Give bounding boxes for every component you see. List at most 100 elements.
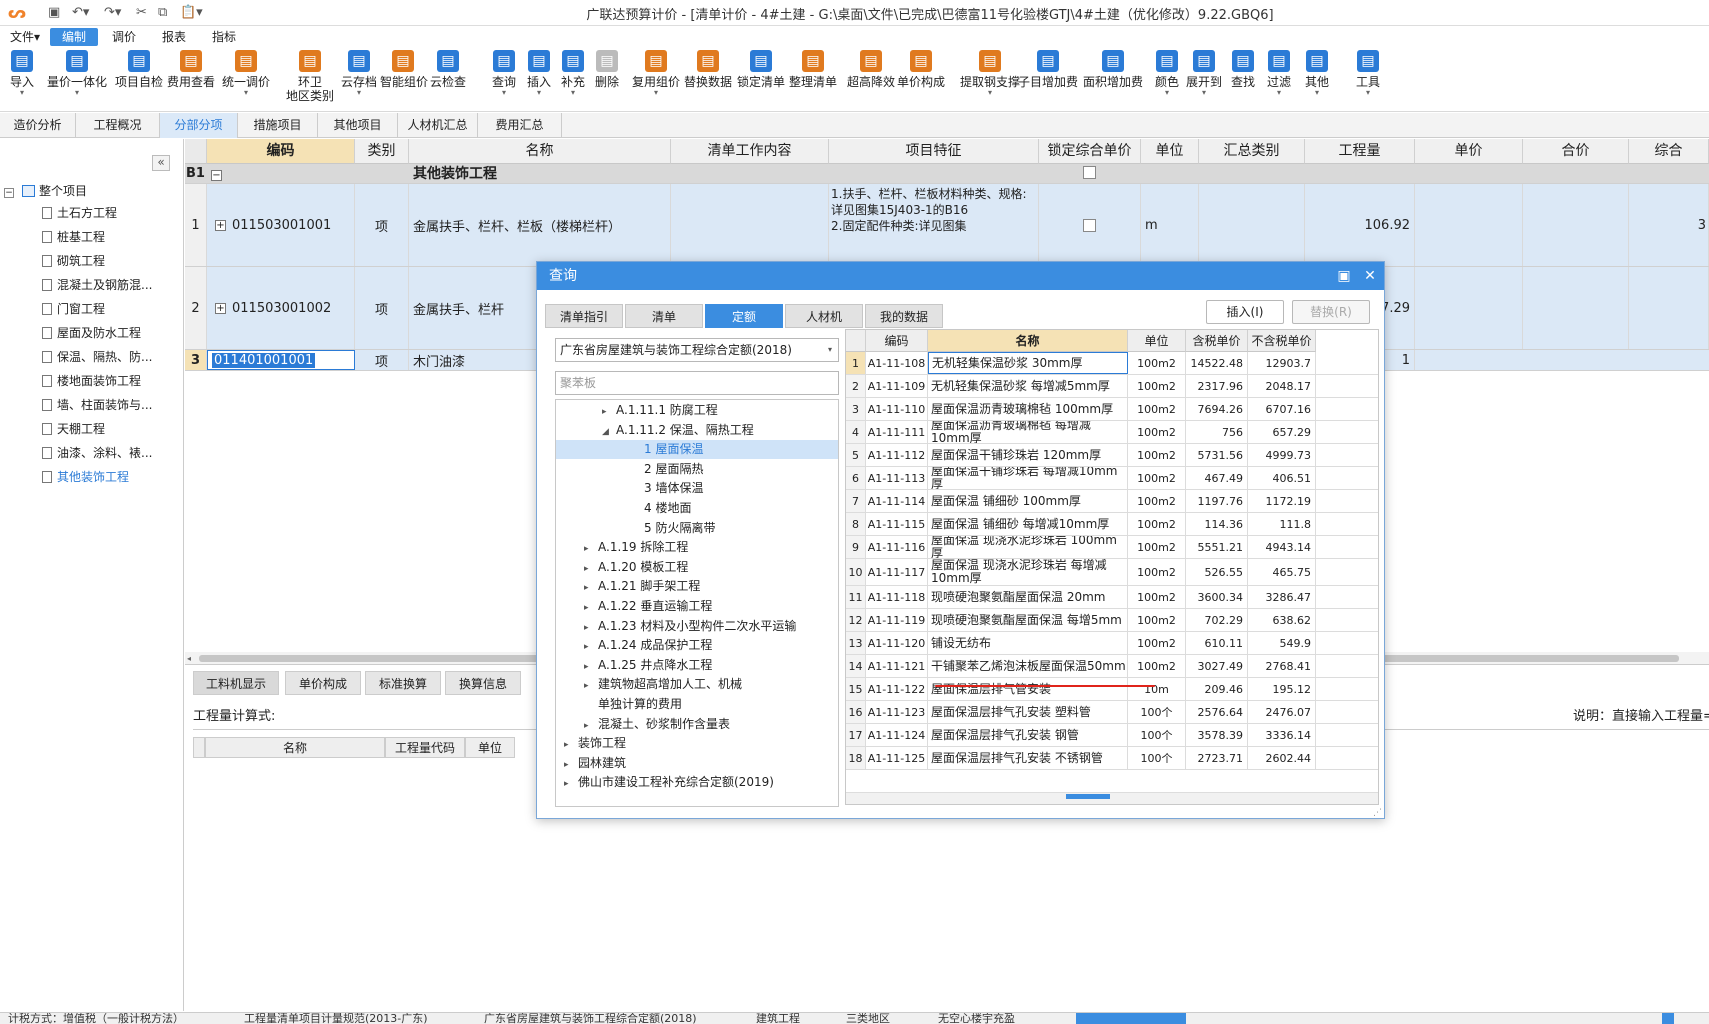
cell-tax[interactable]: 3027.49 [1186,655,1248,677]
tree-node[interactable]: ▸ 佛山市建设工程补充综合定额(2019) [556,773,838,794]
tab-measures[interactable]: 措施项目 [238,113,318,138]
expand-arrow-icon[interactable]: ▸ [564,736,578,755]
cell-code[interactable]: A1-11-125 [866,747,928,769]
tree-node[interactable]: 2 屋面隔热 [556,460,838,479]
cell-code[interactable]: A1-11-116 [866,536,928,558]
table-row[interactable]: 7 A1-11-114 屋面保温 铺细砂 100mm厚 100m2 1197.76 117… [846,490,1378,513]
col-composite[interactable]: 综合 [1629,139,1709,164]
table-row[interactable]: 8 A1-11-115 屋面保温 铺细砂 每增减10mm厚 100m2 114.36 11… [846,513,1378,536]
tree-item[interactable]: 墙、柱面装饰与... [42,394,152,416]
tree-item[interactable]: 其他装饰工程 [42,466,129,488]
scrollbar-thumb[interactable] [1066,794,1110,799]
tree-item[interactable]: 天棚工程 [42,418,105,440]
table-row[interactable]: 2 A1-11-109 无机轻集保温砂浆 每增减5mm厚 100m2 2317.96 20… [846,375,1378,398]
ribbon-filter-button[interactable]: ▤ 过滤 ▾ [1262,50,1296,110]
chevron-down-icon[interactable]: ▾ [1184,89,1224,97]
cell-unit[interactable]: 100m2 [1128,655,1186,677]
cell-code[interactable]: A1-11-124 [866,724,928,746]
row-code[interactable]: +011503001001 [207,184,355,266]
row-unit-price[interactable] [1415,184,1523,266]
menu-adjust[interactable]: 调价 [106,28,142,46]
expand-arrow-icon[interactable]: ▸ [584,599,598,618]
collapse-panel-button[interactable]: « [152,155,170,171]
cell-unit[interactable]: 100个 [1128,701,1186,723]
tab-project-overview[interactable]: 工程概况 [76,113,160,138]
cell-name[interactable]: 现喷硬泡聚氨酯屋面保温 20mm [928,586,1128,608]
quota-library-select[interactable]: 广东省房屋建筑与装饰工程综合定额(2018) ▾ [555,338,839,362]
ribbon-tools-button[interactable]: ▤ 工具 ▾ [1348,50,1388,110]
cell-name[interactable]: 屋面保温 现浇水泥珍珠岩 100mm厚 [928,536,1128,558]
lock-checkbox[interactable] [1039,184,1141,266]
cell-code[interactable]: A1-11-121 [866,655,928,677]
expand-arrow-icon[interactable]: ▸ [584,638,598,657]
col-feature[interactable]: 项目特征 [829,139,1039,164]
sub-col-unit[interactable]: 单位 [465,737,515,758]
cell-unit[interactable]: 100m2 [1128,467,1186,489]
cell-code[interactable]: A1-11-122 [866,678,928,700]
cell-unit[interactable]: 100个 [1128,747,1186,769]
table-row[interactable]: 14 A1-11-121 干铺聚苯乙烯泡沫板屋面保温50mm 100m2 3027.49… [846,655,1378,678]
col-total[interactable]: 合价 [1523,139,1629,164]
cell-tax[interactable]: 2723.71 [1186,747,1248,769]
tree-node[interactable]: 5 防火隔离带 [556,519,838,538]
section-toggle[interactable]: − [207,164,355,183]
cell-notax[interactable]: 4999.73 [1248,444,1316,466]
tree-node[interactable]: ▸ A.1.19 拆除工程 [556,538,838,557]
cell-code[interactable]: A1-11-112 [866,444,928,466]
menu-edit[interactable]: 编制 [50,28,98,46]
cell-tax[interactable]: 610.11 [1186,632,1248,654]
ribbon-reuse-button[interactable]: ▤ 复用组价 ▾ [632,50,680,110]
insert-button[interactable]: 插入(I) [1206,300,1284,324]
copy-icon[interactable]: ⧉ [158,4,167,22]
table-row[interactable]: 6 A1-11-113 屋面保温干铺珍珠岩 每增减10mm厚 100m2 467.49 4… [846,467,1378,490]
table-row[interactable]: 13 A1-11-120 铺设无纺布 100m2 610.11 549.9 [846,632,1378,655]
col-work-content[interactable]: 清单工作内容 [671,139,829,164]
search-input[interactable]: 聚苯板 [555,371,839,395]
collapse-icon[interactable]: − [4,188,14,198]
ribbon-replace-button[interactable]: ▤ 替换数据 [682,50,734,110]
col-quantity[interactable]: 工程量 [1305,139,1415,164]
cell-unit[interactable]: 100m2 [1128,421,1186,443]
cell-tax[interactable]: 756 [1186,421,1248,443]
cell-notax[interactable]: 2048.17 [1248,375,1316,397]
replace-button[interactable]: 替换(R) [1292,300,1370,324]
qgrid-hscroll[interactable] [846,792,1378,804]
chevron-down-icon[interactable]: ▾ [1152,89,1182,97]
ribbon-query-button[interactable]: ▤ 查询 ▾ [486,50,522,110]
cell-unit[interactable]: 100m2 [1128,559,1186,585]
col-lock-price[interactable]: 锁定综合单价 [1039,139,1141,164]
tree-node[interactable]: ▸ A.1.23 材料及小型构件二次水平运输 [556,617,838,636]
cell-code[interactable]: A1-11-108 [866,352,928,374]
expand-arrow-icon[interactable]: ▸ [564,775,578,794]
ribbon-adjust-button[interactable]: ▤ 统一调价 ▾ [218,50,274,110]
cell-notax[interactable]: 4943.14 [1248,536,1316,558]
cell-name[interactable]: 屋面保温沥青玻璃棉毡 每增减10mm厚 [928,421,1128,443]
qcol-name[interactable]: 名称 [928,330,1128,352]
row-code[interactable]: +011503001002 [207,267,355,349]
collapse-icon[interactable]: − [211,170,222,181]
close-icon[interactable]: ✕ [1359,262,1381,290]
tree-item[interactable]: 桩基工程 [42,226,105,248]
expand-arrow-icon[interactable]: ▸ [584,658,598,677]
row-work-content[interactable] [671,184,829,266]
cell-notax[interactable]: 638.62 [1248,609,1316,631]
ribbon-add-fee-button[interactable]: ▤ 子目增加费 [1018,50,1078,110]
tab-conversion-info[interactable]: 换算信息 [445,671,521,695]
tab-my-data[interactable]: 我的数据 [865,304,943,328]
maximize-icon[interactable]: ▣ [1333,262,1355,290]
tree-node[interactable]: ▸ A.1.24 成品保护工程 [556,636,838,657]
row-total[interactable] [1523,184,1629,266]
ribbon-area-button[interactable]: ▤ 面积增加费 [1080,50,1146,110]
row-name[interactable]: 金属扶手、栏杆、栏板（楼梯栏杆） [409,184,671,266]
chevron-down-icon[interactable]: ▾ [42,89,112,97]
cell-notax[interactable]: 111.8 [1248,513,1316,535]
chevron-down-icon[interactable]: ▾ [522,89,556,97]
sub-col-name[interactable]: 名称 [205,737,385,758]
cell-notax[interactable]: 12903.7 [1248,352,1316,374]
paste-icon[interactable]: 📋▾ [180,4,203,22]
cell-unit[interactable]: 100m2 [1128,536,1186,558]
ribbon-fee-button[interactable]: ▤ 费用查看 [166,50,216,110]
tree-node[interactable]: ▸ 园林建筑 [556,754,838,773]
ribbon-delete-button[interactable]: ▤ 删除 [590,50,624,110]
col-type[interactable]: 类别 [355,139,409,164]
